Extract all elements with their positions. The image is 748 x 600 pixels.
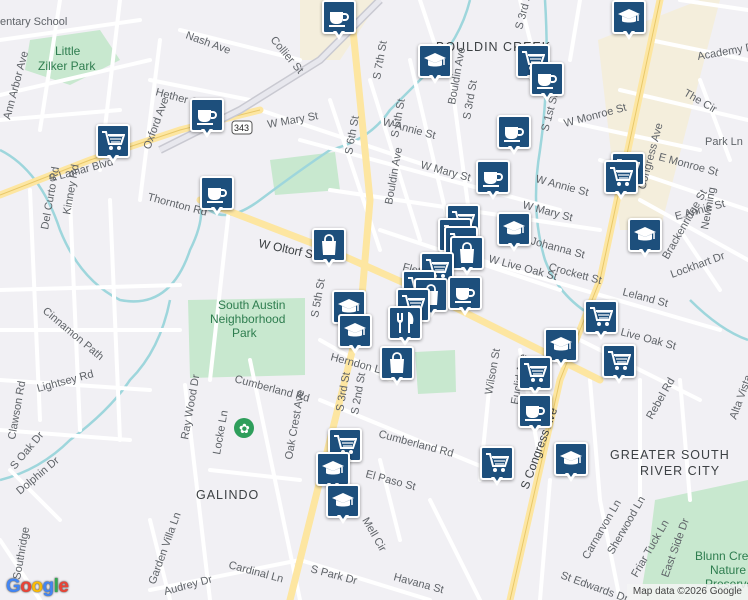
school-poi-marker[interactable] — [554, 442, 588, 486]
svg-text:S 5th St: S 5th St — [309, 278, 328, 319]
coffee-cup-icon — [524, 401, 546, 421]
svg-text:Park: Park — [232, 326, 258, 340]
school-poi-marker[interactable] — [612, 0, 646, 44]
grocery-poi-marker[interactable] — [602, 344, 636, 388]
grocery-poi-marker[interactable] — [96, 124, 130, 168]
svg-text:Southridge: Southridge — [11, 526, 32, 580]
graduation-cap-icon — [321, 459, 345, 479]
svg-text:Locke Ln: Locke Ln — [211, 409, 231, 455]
coffee-cup-icon — [196, 105, 218, 125]
cafe-poi-marker[interactable] — [448, 276, 482, 320]
svg-text:Lightsey Rd: Lightsey Rd — [36, 368, 95, 395]
map-base-layer: BOULDIN CREEK GREATER SOUTH RIVER CITY G… — [0, 0, 748, 600]
shopping-cart-icon — [523, 362, 547, 384]
school-poi-marker[interactable] — [326, 484, 360, 528]
shopping-poi-marker[interactable] — [380, 346, 414, 390]
map-attribution[interactable]: Map data ©2026 Google — [626, 584, 748, 600]
graduation-cap-icon — [617, 7, 641, 27]
school-poi-marker[interactable] — [418, 44, 452, 88]
coffee-cup-icon — [328, 7, 350, 27]
svg-text:S 7th St: S 7th St — [371, 40, 390, 81]
svg-text:Zilker Park: Zilker Park — [38, 59, 96, 73]
school-poi-marker[interactable] — [497, 212, 531, 256]
area-label-galindo: GALINDO — [196, 488, 259, 502]
shopping-cart-icon — [101, 130, 125, 152]
svg-text:Nature: Nature — [710, 563, 746, 577]
svg-text:Mell Cir: Mell Cir — [359, 516, 388, 555]
google-logo: Google — [6, 576, 69, 597]
svg-text:Ray Wood Dr: Ray Wood Dr — [179, 373, 202, 440]
area-label-greater-south: GREATER SOUTH — [610, 448, 730, 462]
shopping-poi-marker[interactable] — [312, 228, 346, 272]
cafe-poi-marker[interactable] — [200, 176, 234, 220]
svg-text:S 3rd St: S 3rd St — [513, 0, 535, 31]
svg-text:entary School: entary School — [0, 16, 67, 28]
svg-text:Neighborhood: Neighborhood — [210, 312, 285, 326]
cafe-poi-marker[interactable] — [190, 98, 224, 142]
shopping-cart-icon — [485, 452, 509, 474]
svg-text:Little: Little — [55, 44, 81, 58]
grocery-poi-marker[interactable] — [584, 300, 618, 344]
shopping-cart-icon — [589, 306, 613, 328]
cafe-poi-marker[interactable] — [322, 0, 356, 44]
svg-text:Audrey Dr: Audrey Dr — [163, 573, 214, 597]
graduation-cap-icon — [343, 321, 367, 341]
graduation-cap-icon — [633, 225, 657, 245]
svg-text:S 6th St: S 6th St — [343, 115, 362, 156]
svg-text:Wilson St: Wilson St — [483, 348, 503, 396]
svg-text:S 2nd St: S 2nd St — [349, 372, 368, 416]
svg-text:Park Ln: Park Ln — [705, 136, 743, 148]
svg-text:343: 343 — [234, 123, 249, 133]
graduation-cap-icon — [331, 491, 355, 511]
svg-text:Cumberland Rd: Cumberland Rd — [377, 428, 455, 460]
svg-text:✿: ✿ — [239, 422, 250, 437]
coffee-cup-icon — [206, 183, 228, 203]
cafe-poi-marker[interactable] — [476, 160, 510, 204]
coffee-cup-icon — [503, 122, 525, 142]
school-poi-marker[interactable] — [338, 314, 372, 358]
grocery-poi-marker[interactable] — [604, 160, 638, 204]
coffee-cup-icon — [536, 69, 558, 89]
shopping-bag-icon — [457, 242, 477, 264]
map-canvas[interactable]: BOULDIN CREEK GREATER SOUTH RIVER CITY G… — [0, 0, 748, 600]
restaurant-poi-marker[interactable] — [388, 306, 422, 350]
cafe-poi-marker[interactable] — [497, 115, 531, 159]
shopping-bag-icon — [387, 352, 407, 374]
cafe-poi-marker[interactable] — [530, 62, 564, 106]
fork-knife-icon — [394, 312, 416, 334]
graduation-cap-icon — [549, 335, 573, 355]
school-poi-marker[interactable] — [628, 218, 662, 262]
cafe-poi-marker[interactable] — [518, 394, 552, 438]
svg-text:W Annie St: W Annie St — [534, 173, 590, 199]
graduation-cap-icon — [559, 449, 583, 469]
shopping-cart-icon — [607, 350, 631, 372]
grocery-poi-marker[interactable] — [480, 446, 514, 490]
svg-text:S Park Dr: S Park Dr — [309, 563, 358, 587]
svg-text:St Edwards Dr: St Edwards Dr — [559, 570, 630, 600]
area-label-river-city: RIVER CITY — [640, 464, 720, 478]
shopping-poi-marker[interactable] — [450, 236, 484, 280]
coffee-cup-icon — [482, 167, 504, 187]
graduation-cap-icon — [423, 51, 447, 71]
svg-text:Cumberland Rd: Cumberland Rd — [233, 373, 311, 405]
shopping-bag-icon — [319, 234, 339, 256]
svg-text:Blunn Creek: Blunn Creek — [695, 549, 748, 563]
coffee-cup-icon — [454, 283, 476, 303]
svg-text:Johanna St: Johanna St — [529, 235, 586, 261]
shopping-cart-icon — [609, 166, 633, 188]
svg-text:El Paso St: El Paso St — [364, 468, 417, 493]
svg-text:Ann Arbor Ave: Ann Arbor Ave — [1, 50, 31, 121]
graduation-cap-icon — [502, 219, 526, 239]
svg-text:South Austin: South Austin — [218, 298, 285, 312]
svg-text:S 3rd St: S 3rd St — [461, 79, 480, 120]
svg-text:Alta Vista: Alta Vista — [728, 373, 748, 421]
svg-text:Nash Ave: Nash Ave — [184, 30, 232, 57]
